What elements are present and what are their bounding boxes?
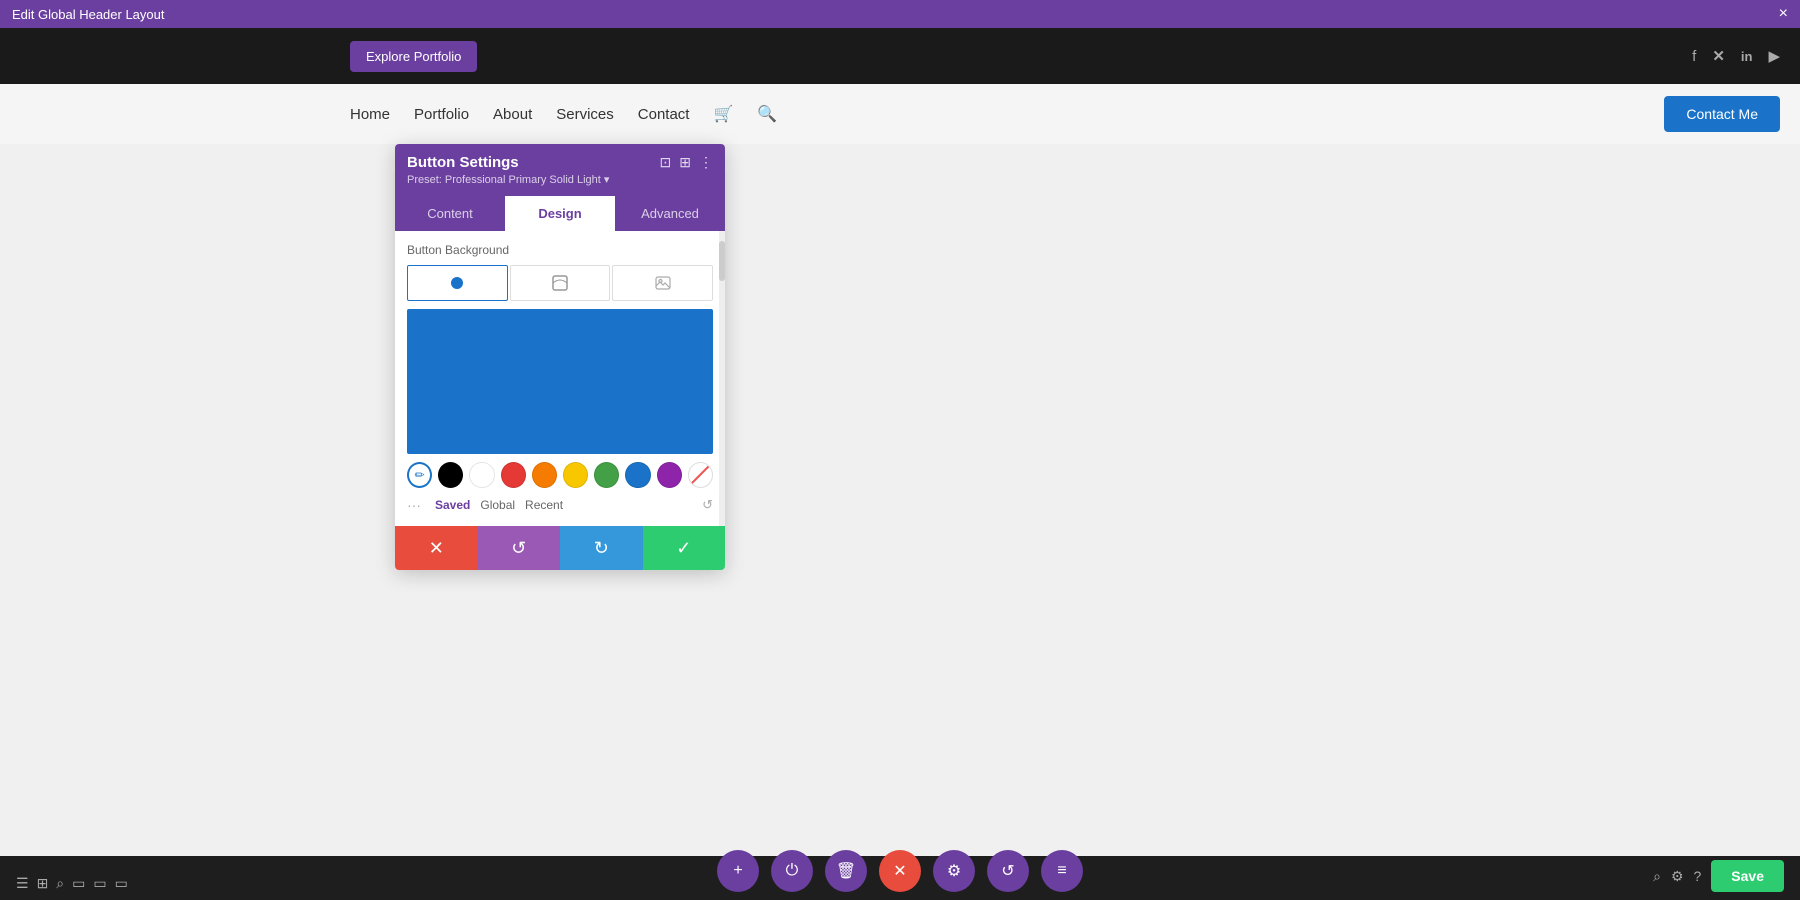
nav-home[interactable]: Home bbox=[350, 106, 390, 123]
bottom-tablet-icon[interactable]: ▭ bbox=[93, 875, 106, 892]
contact-me-button[interactable]: Contact Me bbox=[1664, 96, 1780, 132]
panel-footer: ✕ ↺ ↻ ✓ bbox=[395, 526, 725, 570]
nav-right: Contact Me bbox=[1664, 96, 1780, 132]
refresh-icon[interactable]: ↺ bbox=[702, 497, 713, 513]
button-settings-panel: Button Settings ⊡ ⊞ ⋮ Preset: Profession… bbox=[395, 144, 725, 570]
top-bar-close[interactable]: × bbox=[1779, 5, 1788, 23]
nav-about[interactable]: About bbox=[493, 106, 532, 123]
nav-links: Home Portfolio About Services Contact 🛒 … bbox=[350, 104, 777, 124]
scroll-thumb bbox=[719, 241, 725, 281]
bottom-right-help-icon[interactable]: ? bbox=[1694, 868, 1702, 884]
settings-action-button[interactable]: ⚙ bbox=[933, 850, 975, 892]
linkedin-icon[interactable]: in bbox=[1741, 49, 1753, 64]
bottom-menu-icon[interactable]: ☰ bbox=[16, 875, 29, 892]
bottom-center-actions: + ⏻ 🗑 ✕ ⚙ ↺ ≡ bbox=[717, 850, 1083, 892]
swatch-purple[interactable] bbox=[657, 462, 682, 488]
search-icon[interactable]: 🔍 bbox=[757, 104, 777, 124]
swatch-none[interactable] bbox=[688, 462, 713, 488]
color-tab-saved[interactable]: Saved bbox=[431, 496, 474, 514]
left-toolbar: ☰ ⊞ ⌕ ▭ ▭ ▭ bbox=[16, 875, 128, 892]
swatch-green[interactable] bbox=[594, 462, 619, 488]
main-content: Button Settings ⊡ ⊞ ⋮ Preset: Profession… bbox=[0, 144, 1800, 856]
twitter-icon[interactable]: ✕ bbox=[1712, 47, 1725, 65]
swatch-black[interactable] bbox=[438, 462, 463, 488]
bottom-right-settings-icon[interactable]: ⚙ bbox=[1671, 868, 1684, 885]
color-tabs-row: ··· Saved Global Recent ↺ bbox=[407, 496, 713, 514]
bg-type-image[interactable] bbox=[612, 265, 713, 301]
tab-design[interactable]: Design bbox=[505, 196, 615, 231]
swatch-yellow[interactable] bbox=[563, 462, 588, 488]
delete-action-button[interactable]: 🗑 bbox=[825, 850, 867, 892]
tab-content[interactable]: Content bbox=[395, 196, 505, 231]
bottom-search-icon[interactable]: ⌕ bbox=[56, 875, 64, 892]
history-action-button[interactable]: ↺ bbox=[987, 850, 1029, 892]
close-action-button[interactable]: ✕ bbox=[879, 850, 921, 892]
youtube-icon[interactable]: ▶ bbox=[1768, 47, 1780, 65]
save-button[interactable]: Save bbox=[1711, 860, 1784, 892]
panel-title: Button Settings bbox=[407, 154, 519, 171]
power-action-button[interactable]: ⏻ bbox=[771, 850, 813, 892]
bottom-right: ⌕ ⚙ ? Save bbox=[1653, 860, 1784, 892]
panel-preset[interactable]: Preset: Professional Primary Solid Light… bbox=[407, 171, 713, 192]
nav-contact[interactable]: Contact bbox=[638, 106, 690, 123]
top-bar-title: Edit Global Header Layout bbox=[12, 7, 164, 22]
swatch-red[interactable] bbox=[501, 462, 526, 488]
top-bar: Edit Global Header Layout × bbox=[0, 0, 1800, 28]
color-picker-pencil[interactable]: ✏ bbox=[407, 462, 432, 488]
color-preview[interactable] bbox=[407, 309, 713, 454]
section-label: Button Background bbox=[407, 243, 713, 257]
color-tab-global[interactable]: Global bbox=[476, 496, 519, 514]
bottom-toolbar: ☰ ⊞ ⌕ ▭ ▭ ▭ + ⏻ 🗑 ✕ ⚙ ↺ ≡ ⌕ ⚙ ? Save bbox=[0, 856, 1800, 900]
add-action-button[interactable]: + bbox=[717, 850, 759, 892]
swatch-blue[interactable] bbox=[625, 462, 650, 488]
nav-services[interactable]: Services bbox=[556, 106, 614, 123]
swatches-more-icon[interactable]: ··· bbox=[407, 497, 421, 513]
explore-portfolio-button[interactable]: Explore Portfolio bbox=[350, 41, 477, 72]
bg-type-gradient[interactable] bbox=[510, 265, 611, 301]
social-icons: f ✕ in ▶ bbox=[1692, 47, 1780, 65]
tab-advanced[interactable]: Advanced bbox=[615, 196, 725, 231]
panel-split-icon[interactable]: ⊞ bbox=[679, 154, 691, 171]
bg-type-color[interactable] bbox=[407, 265, 508, 301]
site-header-top: Explore Portfolio f ✕ in ▶ bbox=[0, 28, 1800, 84]
cart-icon[interactable]: 🛒 bbox=[713, 104, 733, 124]
bg-type-row bbox=[407, 265, 713, 301]
bottom-mobile-icon[interactable]: ▭ bbox=[115, 875, 128, 892]
color-swatches: ✏ bbox=[407, 462, 713, 488]
panel-undo-button[interactable]: ↺ bbox=[478, 526, 561, 570]
panel-cancel-button[interactable]: ✕ bbox=[395, 526, 478, 570]
bottom-desktop-icon[interactable]: ▭ bbox=[72, 875, 85, 892]
panel-expand-icon[interactable]: ⊡ bbox=[660, 154, 672, 171]
panel-confirm-button[interactable]: ✓ bbox=[643, 526, 726, 570]
panel-tabs: Content Design Advanced bbox=[395, 196, 725, 231]
layout-action-button[interactable]: ≡ bbox=[1041, 850, 1083, 892]
swatch-white[interactable] bbox=[469, 462, 494, 488]
bottom-grid-icon[interactable]: ⊞ bbox=[37, 875, 49, 892]
nav-portfolio[interactable]: Portfolio bbox=[414, 106, 469, 123]
bottom-right-search-icon[interactable]: ⌕ bbox=[1653, 868, 1661, 885]
panel-body: Button Background ✏ bbox=[395, 231, 725, 526]
panel-redo-button[interactable]: ↻ bbox=[560, 526, 643, 570]
swatch-orange[interactable] bbox=[532, 462, 557, 488]
site-nav: Home Portfolio About Services Contact 🛒 … bbox=[0, 84, 1800, 144]
panel-header: Button Settings ⊡ ⊞ ⋮ Preset: Profession… bbox=[395, 144, 725, 196]
scroll-track[interactable] bbox=[719, 231, 725, 526]
panel-header-icons: ⊡ ⊞ ⋮ bbox=[660, 154, 713, 171]
panel-more-icon[interactable]: ⋮ bbox=[699, 154, 713, 171]
facebook-icon[interactable]: f bbox=[1692, 48, 1696, 65]
color-tab-recent[interactable]: Recent bbox=[521, 496, 567, 514]
